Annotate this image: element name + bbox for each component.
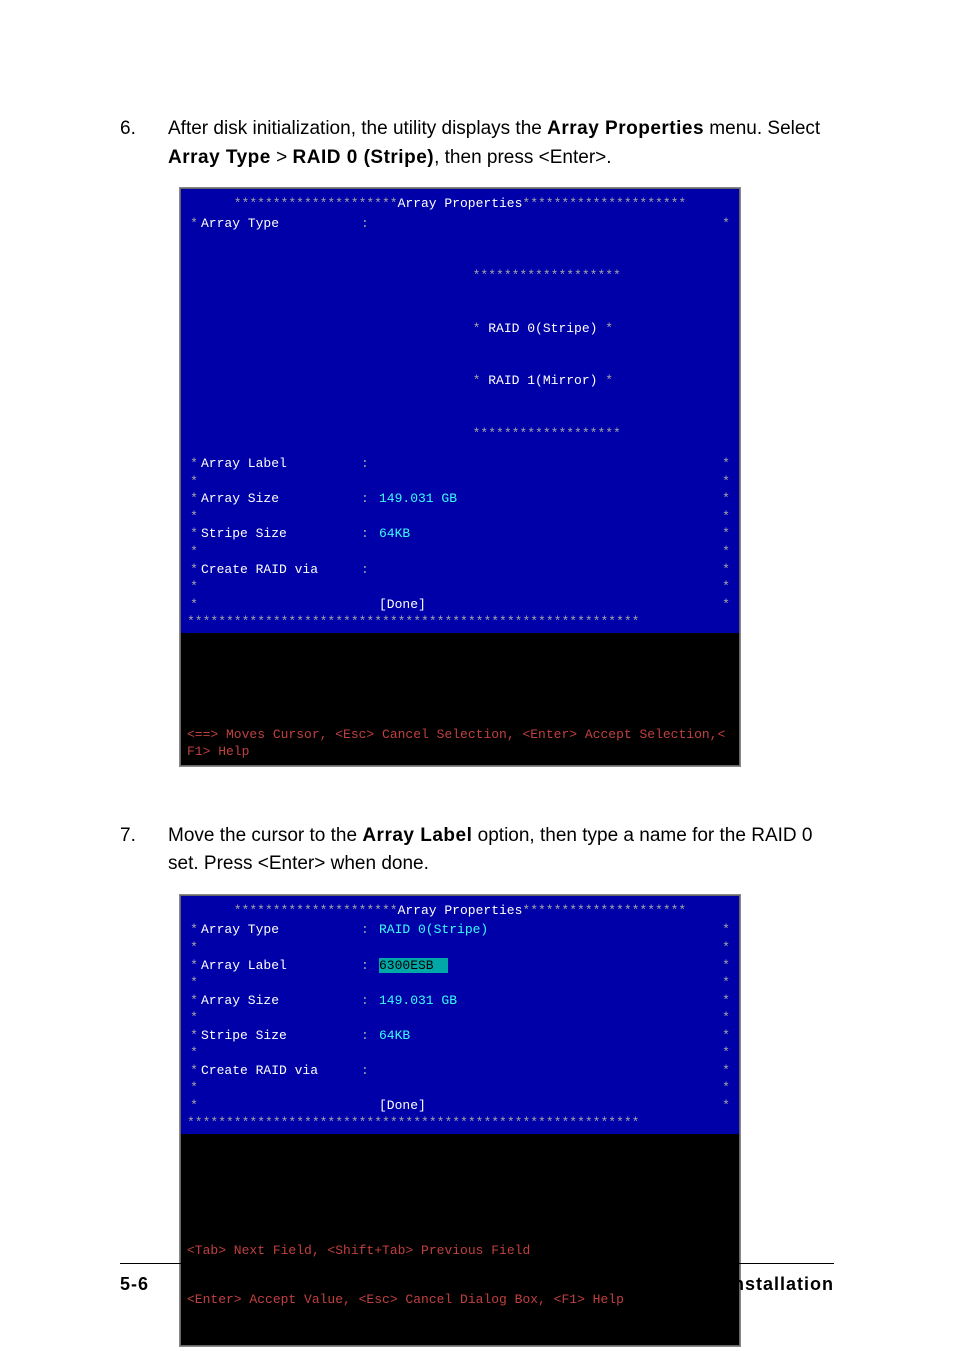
array-label-input[interactable]: 6300ESB	[379, 957, 719, 975]
bios1-status-bar: <==> Moves Cursor, <Esc> Cancel Selectio…	[181, 725, 739, 765]
bold-array-label: Array Label	[362, 825, 472, 846]
title-text: Array Properties	[398, 903, 523, 918]
popup-border: *******************	[473, 267, 621, 285]
bios2-row-array-size: * Array Size : 149.031 GB *	[181, 992, 739, 1010]
colon: :	[361, 957, 379, 975]
bios2-title: *********************Array Properties***…	[181, 902, 739, 920]
popup-border: *******************	[473, 425, 621, 443]
bios1-row-stripe-size: * Stripe Size : 64KB *	[181, 525, 739, 543]
bios1-row-create-raid-via: * Create RAID via : *	[181, 561, 739, 579]
border: *********************	[234, 903, 398, 918]
status-line-1: <Tab> Next Field, <Shift+Tab> Previous F…	[187, 1243, 733, 1259]
field-label: Create RAID via	[201, 1062, 361, 1080]
colon: :	[361, 525, 379, 543]
chapter-title: Chapter 5: Driver installation	[558, 1274, 834, 1295]
field-value: 64KB	[379, 525, 719, 543]
step-6-number: 6.	[120, 115, 168, 172]
bold-array-type: Array Type	[168, 147, 271, 168]
colon: :	[361, 490, 379, 508]
array-label-value: 6300ESB	[379, 958, 448, 973]
colon: :	[361, 455, 379, 473]
bios-screenshot-1: *********************Array Properties***…	[180, 188, 740, 766]
bios1-title: *********************Array Properties***…	[181, 195, 739, 213]
page-footer: 5-6 Chapter 5: Driver installation	[0, 1263, 954, 1295]
text: >	[271, 147, 293, 168]
colon: :	[361, 1027, 379, 1045]
field-value: 64KB	[379, 1027, 719, 1045]
text: menu. Select	[704, 118, 820, 139]
colon: :	[361, 215, 379, 496]
text: , then press <Enter>.	[434, 147, 611, 168]
field-label: Array Label	[201, 957, 361, 975]
field-label: Create RAID via	[201, 561, 361, 579]
bios2-bottom-rule: ****************************************…	[181, 1114, 739, 1132]
text: Move the cursor to the	[168, 825, 362, 846]
popup-option-raid0[interactable]: RAID 0(Stripe)	[480, 321, 597, 336]
field-label: Array Type	[201, 215, 361, 496]
bios2-row-create-raid-via: * Create RAID via : *	[181, 1062, 739, 1080]
bios2-row-stripe-size: * Stripe Size : 64KB *	[181, 1027, 739, 1045]
field-value	[379, 455, 719, 473]
bios1-row-array-type: * Array Type : ******************* * RAI…	[181, 215, 739, 496]
done-button[interactable]: [Done]	[201, 596, 426, 614]
field-value-popup: ******************* * RAID 0(Stripe) * *…	[379, 215, 719, 496]
title-text: Array Properties	[398, 196, 523, 211]
field-label: Array Size	[201, 992, 361, 1010]
bold-array-properties: Array Properties	[547, 118, 704, 139]
text: After disk initialization, the utility d…	[168, 118, 547, 139]
bios2-row-array-label: * Array Label : 6300ESB *	[181, 957, 739, 975]
step-6: 6. After disk initialization, the utilit…	[120, 115, 834, 172]
page-number: 5-6	[120, 1274, 149, 1295]
bios1-row-array-label: * Array Label : *	[181, 455, 739, 473]
field-value: 149.031 GB	[379, 992, 719, 1010]
border-star: *	[719, 215, 733, 233]
border: *********************	[522, 903, 686, 918]
field-label: Stripe Size	[201, 1027, 361, 1045]
colon: :	[361, 1062, 379, 1080]
bios2-row-array-type: * Array Type : RAID 0(Stripe) *	[181, 921, 739, 939]
bios2-done-row: * [Done] *	[181, 1097, 739, 1115]
field-value	[379, 1062, 719, 1080]
step-7: 7. Move the cursor to the Array Label op…	[120, 822, 834, 879]
border: *********************	[522, 196, 686, 211]
bios1-row-array-size: * Array Size : 149.031 GB *	[181, 490, 739, 508]
field-value: 149.031 GB	[379, 490, 719, 508]
field-label: Stripe Size	[201, 525, 361, 543]
field-value	[379, 561, 719, 579]
colon: :	[361, 921, 379, 939]
field-label: Array Size	[201, 490, 361, 508]
raid-type-popup: ******************* * RAID 0(Stripe) * *…	[473, 232, 621, 478]
bold-raid-0-stripe: RAID 0 (Stripe)	[293, 147, 435, 168]
step-7-number: 7.	[120, 822, 168, 879]
bios1-bottom-rule: ****************************************…	[181, 613, 739, 631]
field-label: Array Label	[201, 455, 361, 473]
done-button[interactable]: [Done]	[201, 1097, 426, 1115]
step-7-text: Move the cursor to the Array Label optio…	[168, 822, 834, 879]
border: *********************	[234, 196, 398, 211]
field-value: RAID 0(Stripe)	[379, 921, 719, 939]
field-label: Array Type	[201, 921, 361, 939]
colon: :	[361, 561, 379, 579]
border-star: *	[187, 215, 201, 233]
bios1-done-row: * [Done] *	[181, 596, 739, 614]
colon: :	[361, 992, 379, 1010]
step-6-text: After disk initialization, the utility d…	[168, 115, 834, 172]
popup-option-raid1[interactable]: RAID 1(Mirror)	[480, 373, 597, 388]
